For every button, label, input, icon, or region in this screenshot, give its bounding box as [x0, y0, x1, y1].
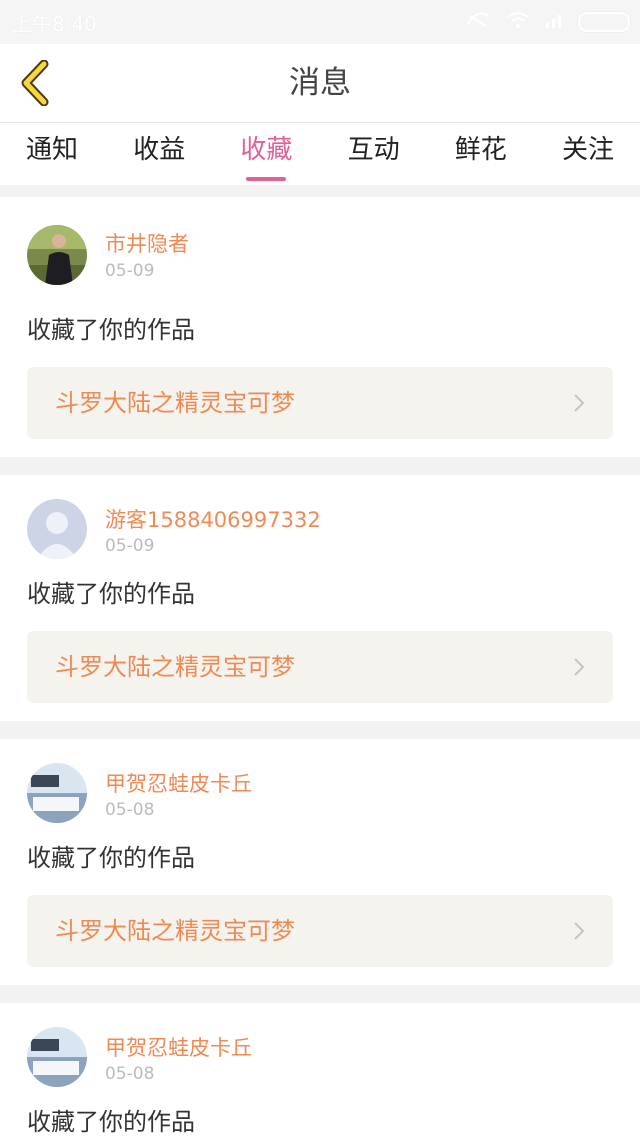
tab-earnings[interactable]: 收益 — [133, 123, 185, 185]
message-date: 05-09 — [105, 536, 155, 556]
tab-favorites[interactable]: 收藏 — [240, 123, 292, 185]
message-date: 05-09 — [105, 261, 155, 281]
list-item: 市井隐者 05-09 收藏了你的作品 斗罗大陆之精灵宝可梦 — [0, 197, 640, 457]
chevron-right-icon — [574, 922, 585, 940]
action-text: 收藏了你的作品 — [27, 316, 195, 344]
work-title: 斗罗大陆之精灵宝可梦 — [55, 389, 295, 417]
message-date: 05-08 — [105, 800, 155, 820]
user-row: 市井隐者 05-09 — [27, 197, 613, 297]
user-row: 甲贺忍蛙皮卡丘 05-08 — [27, 1003, 613, 1091]
work-link[interactable]: 斗罗大陆之精灵宝可梦 — [27, 895, 613, 967]
avatar[interactable] — [27, 763, 87, 823]
wifi-icon — [506, 11, 530, 33]
work-link[interactable]: 斗罗大陆之精灵宝可梦 — [27, 631, 613, 703]
user-row: 甲贺忍蛙皮卡丘 05-08 — [27, 739, 613, 827]
work-title: 斗罗大陆之精灵宝可梦 — [55, 917, 295, 945]
avatar[interactable] — [27, 225, 87, 285]
tab-notifications[interactable]: 通知 — [26, 123, 78, 185]
battery-icon — [578, 12, 630, 32]
nav-header: 消息 — [0, 44, 640, 123]
work-link[interactable]: 斗罗大陆之精灵宝可梦 — [27, 367, 613, 439]
chevron-right-icon — [574, 658, 585, 676]
action-text: 收藏了你的作品 — [27, 580, 195, 608]
page-title: 消息 — [289, 65, 351, 101]
action-text: 收藏了你的作品 — [27, 844, 195, 872]
list-item: 甲贺忍蛙皮卡丘 05-08 收藏了你的作品 斗罗大陆之精灵宝可梦 — [0, 739, 640, 985]
list-item: 游客1588406997332 05-09 收藏了你的作品 斗罗大陆之精灵宝可梦 — [0, 475, 640, 721]
tab-follows[interactable]: 关注 — [562, 123, 614, 185]
user-row: 游客1588406997332 05-09 — [27, 475, 613, 563]
status-bar: 上午8:40 — [0, 0, 640, 44]
work-title: 斗罗大陆之精灵宝可梦 — [55, 653, 295, 681]
status-icons — [464, 10, 630, 34]
user-name[interactable]: 甲贺忍蛙皮卡丘 — [105, 768, 252, 798]
avatar[interactable] — [27, 499, 87, 559]
tab-bar: 通知 收益 收藏 互动 鲜花 关注 — [0, 123, 640, 185]
avatar[interactable] — [27, 1027, 87, 1087]
action-text: 收藏了你的作品 — [27, 1108, 195, 1136]
message-date: 05-08 — [105, 1064, 155, 1084]
tab-flowers[interactable]: 鲜花 — [455, 123, 507, 185]
user-name[interactable]: 游客1588406997332 — [105, 504, 321, 534]
chevron-right-icon — [574, 394, 585, 412]
status-time: 上午8:40 — [12, 12, 97, 36]
user-name[interactable]: 市井隐者 — [105, 228, 189, 258]
list-item: 甲贺忍蛙皮卡丘 05-08 收藏了你的作品 — [0, 1003, 640, 1138]
user-name[interactable]: 甲贺忍蛙皮卡丘 — [105, 1032, 252, 1062]
sync-icon — [464, 10, 492, 34]
signal-icon — [544, 11, 564, 33]
tab-interactions[interactable]: 互动 — [348, 123, 400, 185]
